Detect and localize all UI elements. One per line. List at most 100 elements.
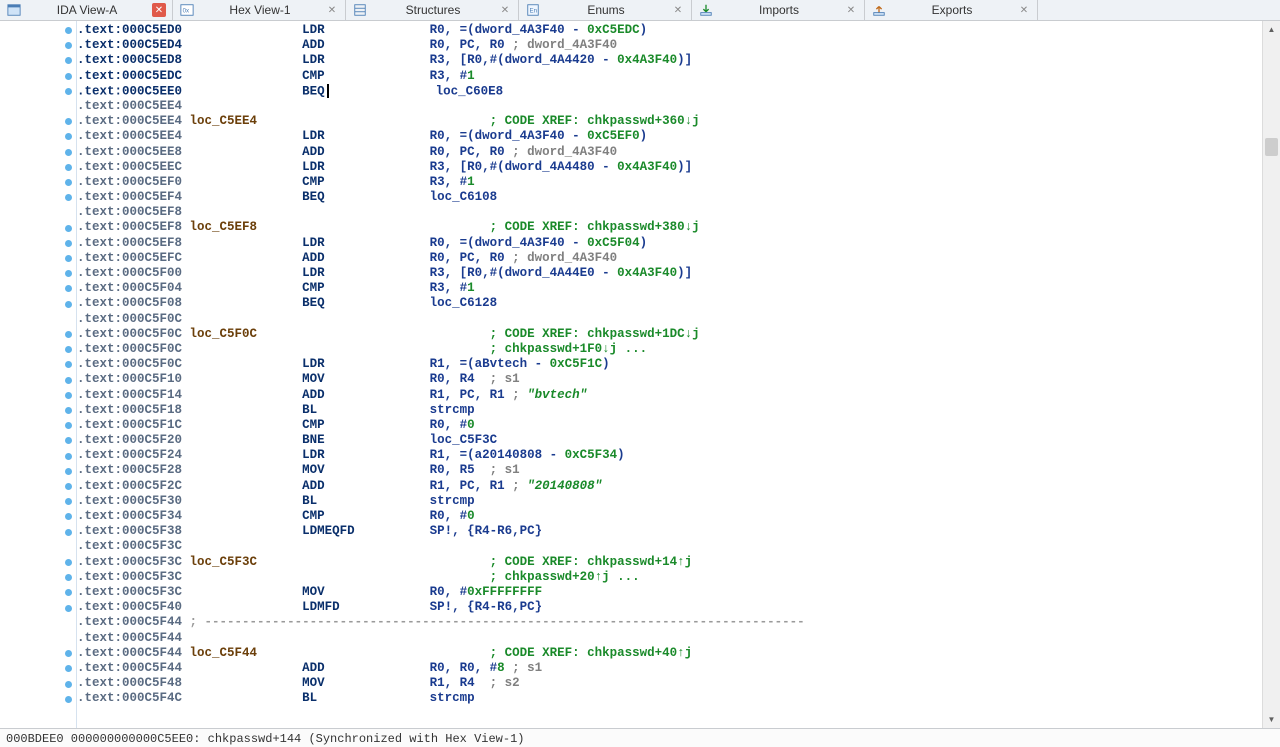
tab-close-button[interactable]: ✕	[325, 3, 339, 17]
tab-imports[interactable]: Imports✕	[692, 0, 865, 20]
breakpoint-dot[interactable]	[65, 377, 72, 384]
breakpoint-dot[interactable]	[65, 650, 72, 657]
disasm-line[interactable]: .text:000C5F44	[77, 631, 1262, 646]
disasm-line[interactable]: .text:000C5F3C ; chkpasswd+20↑j ...	[77, 570, 1262, 585]
scroll-up-button[interactable]: ▲	[1263, 21, 1280, 38]
breakpoint-dot[interactable]	[65, 453, 72, 460]
disasm-line[interactable]: .text:000C5EDC CMP R3, #1	[77, 69, 1262, 84]
disasm-line[interactable]: .text:000C5F40 LDMFD SP!, {R4-R6,PC}	[77, 600, 1262, 615]
disasm-line[interactable]: .text:000C5F30 BL strcmp	[77, 494, 1262, 509]
disasm-line[interactable]: .text:000C5EF4 BEQ loc_C6108	[77, 190, 1262, 205]
breakpoint-dot[interactable]	[65, 392, 72, 399]
disasm-line[interactable]: .text:000C5EE4 loc_C5EE4 ; CODE XREF: ch…	[77, 114, 1262, 129]
breakpoint-dot[interactable]	[65, 529, 72, 536]
breakpoint-dot[interactable]	[65, 42, 72, 49]
disasm-line[interactable]: .text:000C5EE8 ADD R0, PC, R0 ; dword_4A…	[77, 145, 1262, 160]
breakpoint-dot[interactable]	[65, 331, 72, 338]
tab-enums[interactable]: EnEnums✕	[519, 0, 692, 20]
breakpoint-dot[interactable]	[65, 240, 72, 247]
scroll-down-button[interactable]: ▼	[1263, 711, 1280, 728]
disasm-line[interactable]: .text:000C5EFC ADD R0, PC, R0 ; dword_4A…	[77, 251, 1262, 266]
disasm-line[interactable]: .text:000C5F3C MOV R0, #0xFFFFFFFF	[77, 585, 1262, 600]
breakpoint-dot[interactable]	[65, 483, 72, 490]
disasm-line[interactable]: .text:000C5EE4 LDR R0, =(dword_4A3F40 - …	[77, 129, 1262, 144]
vertical-scrollbar[interactable]: ▲ ▼	[1262, 21, 1280, 728]
breakpoint-dot[interactable]	[65, 164, 72, 171]
breakpoint-dot[interactable]	[65, 255, 72, 262]
breakpoint-dot[interactable]	[65, 88, 72, 95]
disasm-line[interactable]: .text:000C5F48 MOV R1, R4 ; s2	[77, 676, 1262, 691]
breakpoint-dot[interactable]	[65, 407, 72, 414]
disasm-line[interactable]: .text:000C5F0C loc_C5F0C ; CODE XREF: ch…	[77, 327, 1262, 342]
disasm-line[interactable]: .text:000C5EF0 CMP R3, #1	[77, 175, 1262, 190]
breakpoint-dot[interactable]	[65, 149, 72, 156]
breakpoint-dot[interactable]	[65, 179, 72, 186]
disasm-line[interactable]: .text:000C5F34 CMP R0, #0	[77, 509, 1262, 524]
tab-ida-view-a[interactable]: IDA View-A✕	[0, 0, 173, 20]
breakpoint-dot[interactable]	[65, 437, 72, 444]
disasm-line[interactable]: .text:000C5ED0 LDR R0, =(dword_4A3F40 - …	[77, 23, 1262, 38]
disasm-line[interactable]: .text:000C5F3C	[77, 539, 1262, 554]
disasm-line[interactable]: .text:000C5F4C BL strcmp	[77, 691, 1262, 706]
breakpoint-dot[interactable]	[65, 589, 72, 596]
disasm-line[interactable]: .text:000C5F44 ADD R0, R0, #8 ; s1	[77, 661, 1262, 676]
breakpoint-dot[interactable]	[65, 498, 72, 505]
disasm-line[interactable]: .text:000C5EE0 BEQ loc_C60E8	[77, 84, 1262, 99]
disasm-line[interactable]: .text:000C5F3C loc_C5F3C ; CODE XREF: ch…	[77, 555, 1262, 570]
disasm-line[interactable]: .text:000C5F20 BNE loc_C5F3C	[77, 433, 1262, 448]
disasm-line[interactable]: .text:000C5F10 MOV R0, R4 ; s1	[77, 372, 1262, 387]
disasm-line[interactable]: .text:000C5F44 ; -----------------------…	[77, 615, 1262, 630]
tab-exports[interactable]: Exports✕	[865, 0, 1038, 20]
disasm-line[interactable]: .text:000C5F28 MOV R0, R5 ; s1	[77, 463, 1262, 478]
breakpoint-dot[interactable]	[65, 225, 72, 232]
breakpoint-dot[interactable]	[65, 513, 72, 520]
breakpoint-dot[interactable]	[65, 681, 72, 688]
disasm-line[interactable]: .text:000C5F08 BEQ loc_C6128	[77, 296, 1262, 311]
disasm-line[interactable]: .text:000C5ED4 ADD R0, PC, R0 ; dword_4A…	[77, 38, 1262, 53]
breakpoint-dot[interactable]	[65, 605, 72, 612]
tab-close-button[interactable]: ✕	[498, 3, 512, 17]
tab-close-button[interactable]: ✕	[1017, 3, 1031, 17]
vscroll-thumb[interactable]	[1265, 138, 1278, 156]
disasm-line[interactable]: .text:000C5EE4	[77, 99, 1262, 114]
tab-close-button[interactable]: ✕	[671, 3, 685, 17]
breakpoint-dot[interactable]	[65, 27, 72, 34]
breakpoint-dot[interactable]	[65, 468, 72, 475]
breakpoint-dot[interactable]	[65, 346, 72, 353]
disasm-line[interactable]: .text:000C5F2C ADD R1, PC, R1 ; "2014080…	[77, 479, 1262, 494]
tab-close-button[interactable]: ✕	[152, 3, 166, 17]
tab-close-button[interactable]: ✕	[844, 3, 858, 17]
vscroll-track[interactable]	[1263, 38, 1280, 711]
disasm-line[interactable]: .text:000C5F44 loc_C5F44 ; CODE XREF: ch…	[77, 646, 1262, 661]
disasm-line[interactable]: .text:000C5ED8 LDR R3, [R0,#(dword_4A442…	[77, 53, 1262, 68]
disasm-line[interactable]: .text:000C5F38 LDMEQFD SP!, {R4-R6,PC}	[77, 524, 1262, 539]
disasm-line[interactable]: .text:000C5EF8 loc_C5EF8 ; CODE XREF: ch…	[77, 220, 1262, 235]
breakpoint-dot[interactable]	[65, 57, 72, 64]
breakpoint-dot[interactable]	[65, 194, 72, 201]
breakpoint-dot[interactable]	[65, 559, 72, 566]
disasm-line[interactable]: .text:000C5F1C CMP R0, #0	[77, 418, 1262, 433]
breakpoint-dot[interactable]	[65, 422, 72, 429]
breakpoint-dot[interactable]	[65, 270, 72, 277]
disasm-line[interactable]: .text:000C5F18 BL strcmp	[77, 403, 1262, 418]
breakpoint-dot[interactable]	[65, 285, 72, 292]
breakpoint-dot[interactable]	[65, 118, 72, 125]
disasm-line[interactable]: .text:000C5EEC LDR R3, [R0,#(dword_4A448…	[77, 160, 1262, 175]
disasm-line[interactable]: .text:000C5F0C	[77, 312, 1262, 327]
disasm-line[interactable]: .text:000C5F00 LDR R3, [R0,#(dword_4A44E…	[77, 266, 1262, 281]
disasm-line[interactable]: .text:000C5F0C ; chkpasswd+1F0↓j ...	[77, 342, 1262, 357]
tab-hex-view-1[interactable]: 0xHex View-1✕	[173, 0, 346, 20]
breakpoint-dot[interactable]	[65, 301, 72, 308]
disasm-line[interactable]: .text:000C5F0C LDR R1, =(aBvtech - 0xC5F…	[77, 357, 1262, 372]
disasm-line[interactable]: .text:000C5F04 CMP R3, #1	[77, 281, 1262, 296]
breakpoint-dot[interactable]	[65, 574, 72, 581]
disassembly-view[interactable]: .text:000C5ED0 LDR R0, =(dword_4A3F40 - …	[77, 21, 1262, 728]
disasm-line[interactable]: .text:000C5EF8	[77, 205, 1262, 220]
breakpoint-dot[interactable]	[65, 73, 72, 80]
tab-structures[interactable]: Structures✕	[346, 0, 519, 20]
disasm-line[interactable]: .text:000C5F14 ADD R1, PC, R1 ; "bvtech"	[77, 388, 1262, 403]
disasm-line[interactable]: .text:000C5F24 LDR R1, =(a20140808 - 0xC…	[77, 448, 1262, 463]
breakpoint-dot[interactable]	[65, 665, 72, 672]
breakpoint-dot[interactable]	[65, 696, 72, 703]
breakpoint-dot[interactable]	[65, 133, 72, 140]
